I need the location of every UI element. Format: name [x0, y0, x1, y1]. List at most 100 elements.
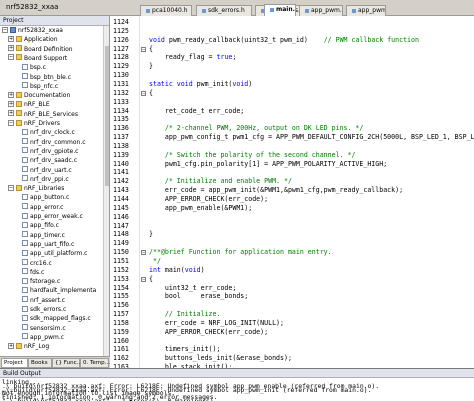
tree-file-item[interactable]: bsp_nfc.c: [22, 82, 58, 91]
fold-toggle-icon[interactable]: −: [141, 250, 146, 256]
code-line[interactable]: err_code = NRF_LOG_INIT(NULL);: [149, 319, 284, 328]
tree-file-item[interactable]: nrf_assert.c: [22, 296, 65, 305]
code-line[interactable]: ret_code_t err_code;: [149, 107, 244, 116]
tree-file-item[interactable]: fstorage.c: [22, 277, 60, 286]
code-line[interactable]: /* 2-channel PWM, 200Hz, output on DK LE…: [149, 124, 364, 133]
expand-icon[interactable]: +: [8, 100, 14, 107]
tree-file-item[interactable]: nrf_drv_uart.c: [22, 166, 72, 175]
project-scrollbar[interactable]: [103, 26, 109, 356]
tree-folder-item[interactable]: − Board Support: [8, 54, 67, 63]
tree-folder-item[interactable]: + nRF_BLE_Services: [8, 110, 78, 119]
pane-tab[interactable]: 0. Temp...: [80, 358, 110, 368]
tree-file-item[interactable]: bsp.c: [22, 63, 46, 72]
code-line[interactable]: buttons_leds_init(&erase_bonds);: [149, 354, 292, 363]
scrollbar-thumb[interactable]: [105, 46, 109, 186]
line-number: 1126: [113, 35, 129, 44]
code-line[interactable]: /* Switch the polarity of the second cha…: [149, 151, 356, 160]
file-tab[interactable]: main.c: [264, 4, 296, 16]
tree-file-item[interactable]: app_button.c: [22, 193, 69, 202]
code-line[interactable]: */: [149, 257, 161, 266]
tree-file-item[interactable]: hardfault_implementa: [22, 286, 96, 295]
code-editor[interactable]: 1124 1125 1126 void pwm_ready_callback(uint…: [111, 16, 474, 368]
folder-icon: [16, 110, 22, 117]
tree-folder-item[interactable]: + Documentation: [8, 91, 70, 100]
code-line[interactable]: {: [149, 275, 153, 284]
code-line[interactable]: timers_init();: [149, 345, 221, 354]
pane-tab[interactable]: Project: [1, 358, 28, 368]
tree-folder-item[interactable]: + Application: [8, 35, 58, 44]
tree-file-item[interactable]: sdk_mapped_flags.c: [22, 314, 91, 323]
code-line[interactable]: pwm1_cfg.pin_polarity[1] = APP_PWM_POLAR…: [149, 160, 387, 169]
expand-icon[interactable]: +: [8, 110, 14, 117]
tree-file-item[interactable]: app_timer.c: [22, 231, 65, 240]
tree-folder-item[interactable]: + nRF_BLE: [8, 100, 50, 109]
code-token: main(: [164, 265, 185, 274]
expand-icon[interactable]: +: [8, 35, 14, 42]
tree-file-item[interactable]: app_error.c: [22, 203, 63, 212]
code-line[interactable]: /* Initialize and enable PWM. */: [149, 177, 292, 186]
tree-file-item[interactable]: sensorsim.c: [22, 324, 66, 333]
tree-file-item[interactable]: app_fifo.c: [22, 221, 59, 230]
expand-icon[interactable]: +: [8, 45, 14, 52]
code-line[interactable]: bool erase_bonds;: [149, 292, 248, 301]
code-line[interactable]: }: [149, 230, 153, 239]
code-line[interactable]: // Initialize.: [149, 310, 221, 319]
code-token: /* Initialize and enable PWM. */: [149, 177, 292, 186]
tree-file-item[interactable]: crc16.c: [22, 259, 52, 268]
code-line[interactable]: APP_ERROR_CHECK(err_code);: [149, 328, 268, 337]
code-line[interactable]: app_pwm_config_t pwm1_cfg = APP_PWM_DEFA…: [149, 133, 474, 142]
tree-file-item[interactable]: app_uart_fifo.c: [22, 240, 74, 249]
code-token: int: [149, 265, 165, 274]
fold-toggle-icon[interactable]: −: [141, 46, 146, 52]
folder-icon: [16, 35, 22, 42]
collapse-icon[interactable]: −: [8, 54, 14, 61]
fold-toggle-icon[interactable]: −: [141, 276, 146, 282]
file-tab[interactable]: pca10040.h: [140, 5, 192, 16]
code-line[interactable]: /**@brief Function for application main …: [149, 248, 332, 257]
line-number: 1124: [113, 18, 129, 26]
code-line[interactable]: }: [149, 62, 153, 71]
file-icon: [22, 268, 28, 275]
code-line[interactable]: uint32_t err_code;: [149, 284, 236, 293]
line-number: 1131: [113, 79, 129, 88]
code-line[interactable]: app_pwm_enable(&PWM1);: [149, 204, 252, 213]
tree-item-label: Documentation: [24, 92, 71, 100]
file-tab[interactable]: app_pwm.h: [346, 5, 386, 16]
code-line[interactable]: int main(void): [149, 266, 205, 275]
tree-file-item[interactable]: nrf_drv_ppi.c: [22, 175, 69, 184]
pane-tab[interactable]: {} Func...: [52, 358, 82, 368]
tree-file-item[interactable]: app_pwm.c: [22, 333, 64, 342]
tree-folder-item[interactable]: − nrf52832_xxaa: [2, 26, 63, 35]
code-line[interactable]: void pwm_ready_callback(uint32_t pwm_id)…: [149, 36, 419, 45]
tree-folder-item[interactable]: − nRF_Libraries: [8, 184, 64, 193]
code-line[interactable]: {: [149, 45, 153, 54]
code-line[interactable]: {: [149, 89, 153, 98]
code-line[interactable]: err_code = app_pwm_init(&PWM1,&pwm1_cfg,…: [149, 186, 403, 195]
tree-item-label: hardfault_implementa: [30, 287, 97, 295]
collapse-icon[interactable]: −: [8, 119, 14, 126]
file-tab[interactable]: app_pwm.c: [299, 5, 343, 16]
pane-tab[interactable]: Books: [28, 358, 52, 368]
code-line[interactable]: ready_flag = true;: [149, 53, 237, 62]
tree-folder-item[interactable]: + Board Definition: [8, 45, 73, 54]
tree-folder-item[interactable]: + nRF_Log: [8, 342, 49, 351]
file-tab[interactable]: sdk_errors.h: [196, 5, 252, 16]
tree-file-item[interactable]: bsp_btn_ble.c: [22, 73, 71, 82]
line-number: 1140: [113, 159, 129, 168]
fold-toggle-icon[interactable]: −: [141, 90, 146, 96]
tree-file-item[interactable]: nrf_drv_clock.c: [22, 128, 75, 137]
tree-file-item[interactable]: app_error_weak.c: [22, 212, 83, 221]
expand-icon[interactable]: +: [8, 342, 14, 349]
tree-file-item[interactable]: nrf_drv_common.c: [22, 138, 86, 147]
collapse-icon[interactable]: −: [8, 184, 14, 191]
expand-icon[interactable]: +: [8, 91, 14, 98]
code-line[interactable]: static void pwm_init(void): [149, 80, 252, 89]
tree-file-item[interactable]: app_util_platform.c: [22, 249, 87, 258]
tree-folder-item[interactable]: − nRF_Drivers: [8, 119, 60, 128]
tree-file-item[interactable]: fds.c: [22, 268, 44, 277]
code-line[interactable]: APP_ERROR_CHECK(err_code);: [149, 195, 268, 204]
tree-file-item[interactable]: sdk_errors.c: [22, 305, 66, 314]
tree-file-item[interactable]: nrf_drv_gpiote.c: [22, 147, 78, 156]
tree-file-item[interactable]: nrf_drv_saadc.c: [22, 156, 77, 165]
collapse-icon[interactable]: −: [2, 26, 8, 33]
